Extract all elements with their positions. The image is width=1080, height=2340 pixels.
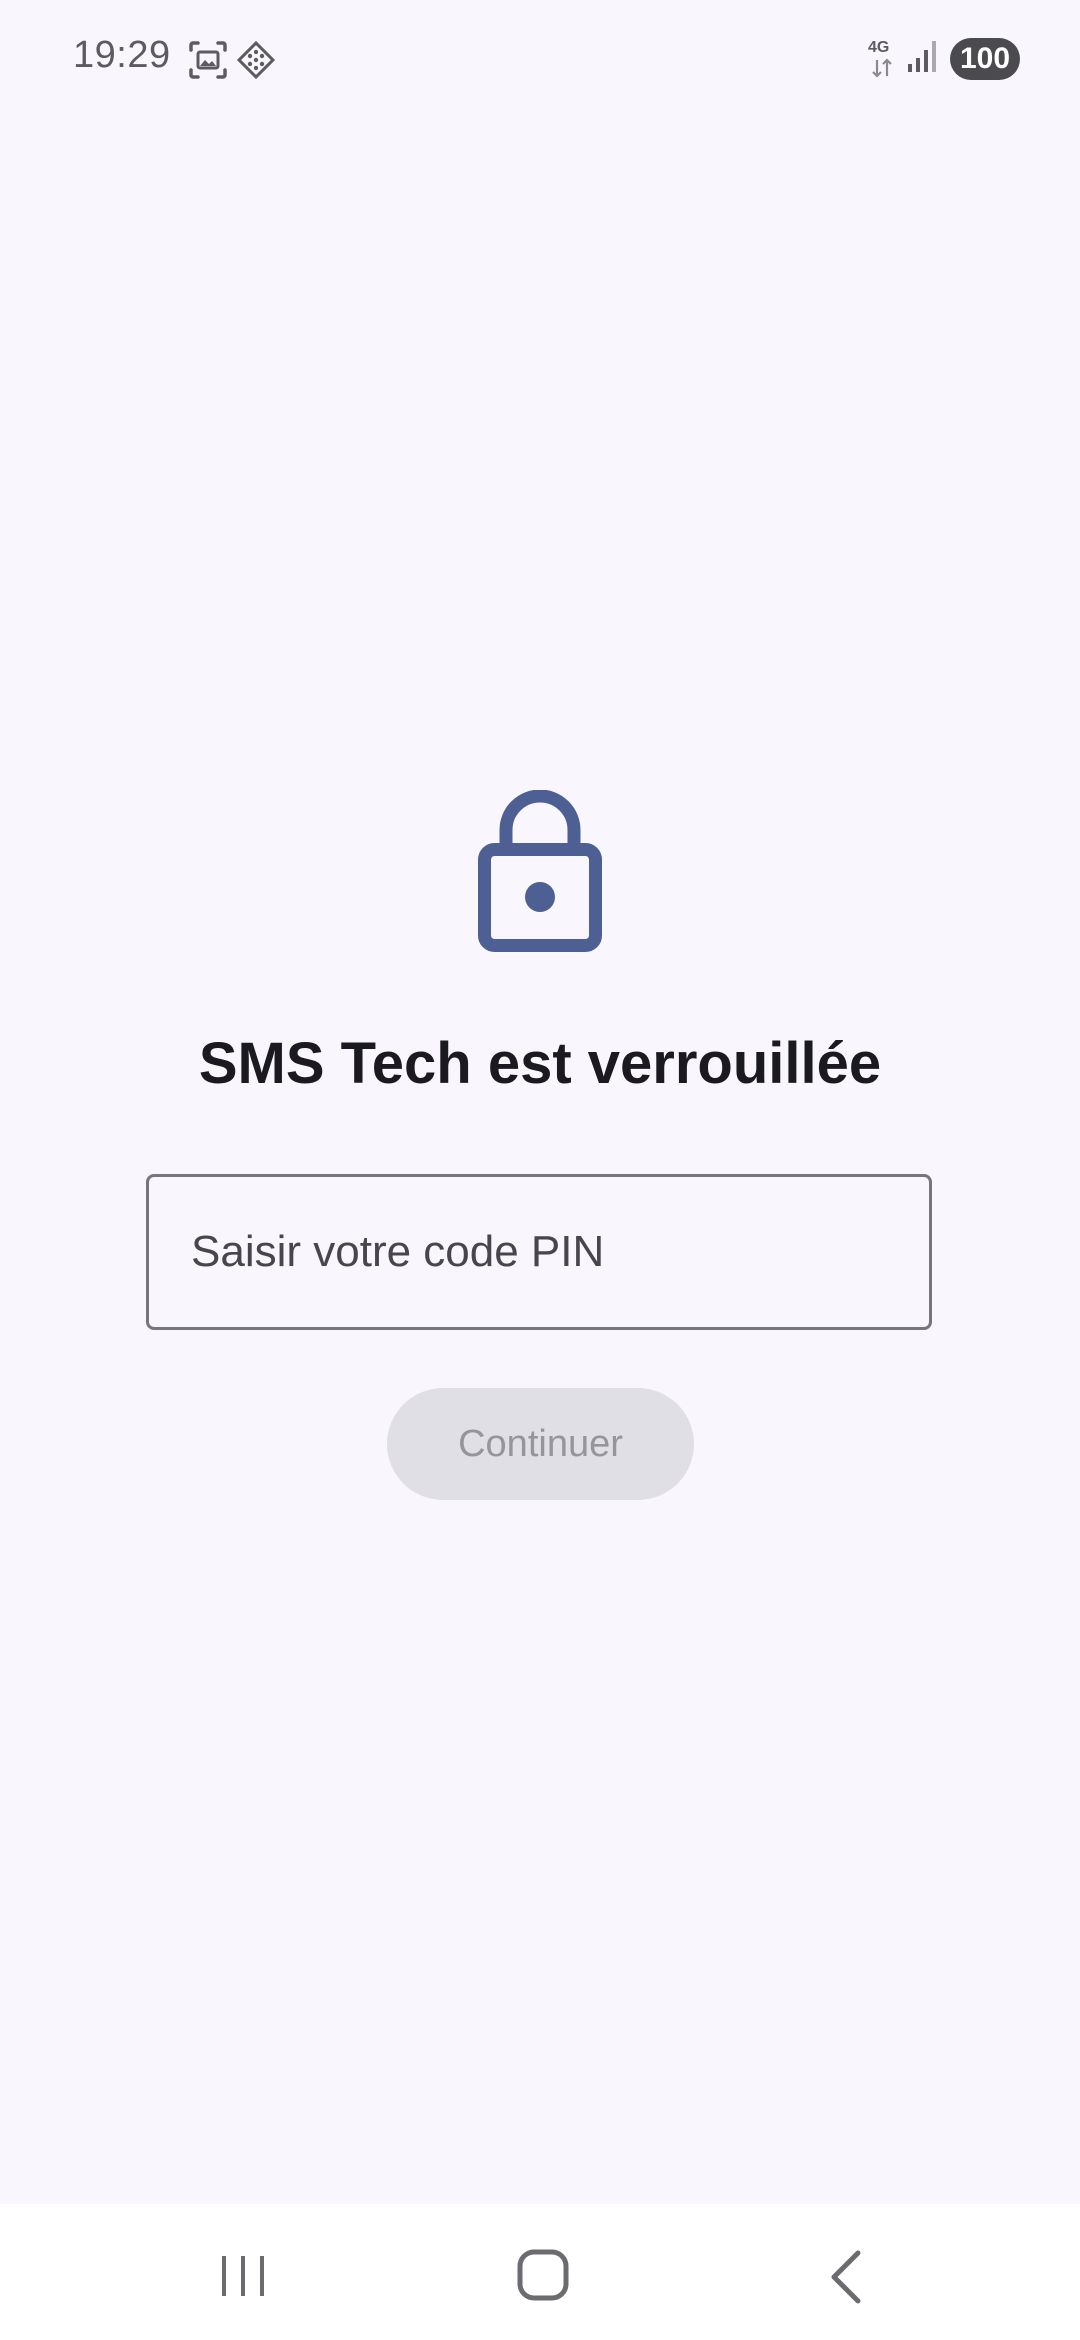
back-icon[interactable] — [826, 2248, 866, 2306]
home-icon[interactable] — [516, 2248, 574, 2304]
diamond-grid-icon — [236, 40, 276, 80]
network-arrows-icon — [870, 58, 894, 78]
pin-input[interactable] — [191, 1177, 891, 1327]
continue-button[interactable]: Continuer — [387, 1388, 694, 1500]
battery-icon: 100 — [950, 38, 1020, 80]
status-time: 19:29 — [73, 34, 171, 76]
status-bar: 19:29 4G 100 — [0, 0, 1080, 120]
network-type-label: 4G — [868, 39, 890, 56]
recents-icon[interactable] — [218, 2254, 268, 2298]
navigation-bar — [0, 2204, 1080, 2340]
page-title: SMS Tech est verrouillée — [198, 1031, 882, 1096]
signal-icon — [906, 38, 940, 74]
screenshot-icon — [188, 40, 228, 80]
pin-field[interactable] — [146, 1174, 932, 1330]
lock-icon — [478, 789, 602, 952]
